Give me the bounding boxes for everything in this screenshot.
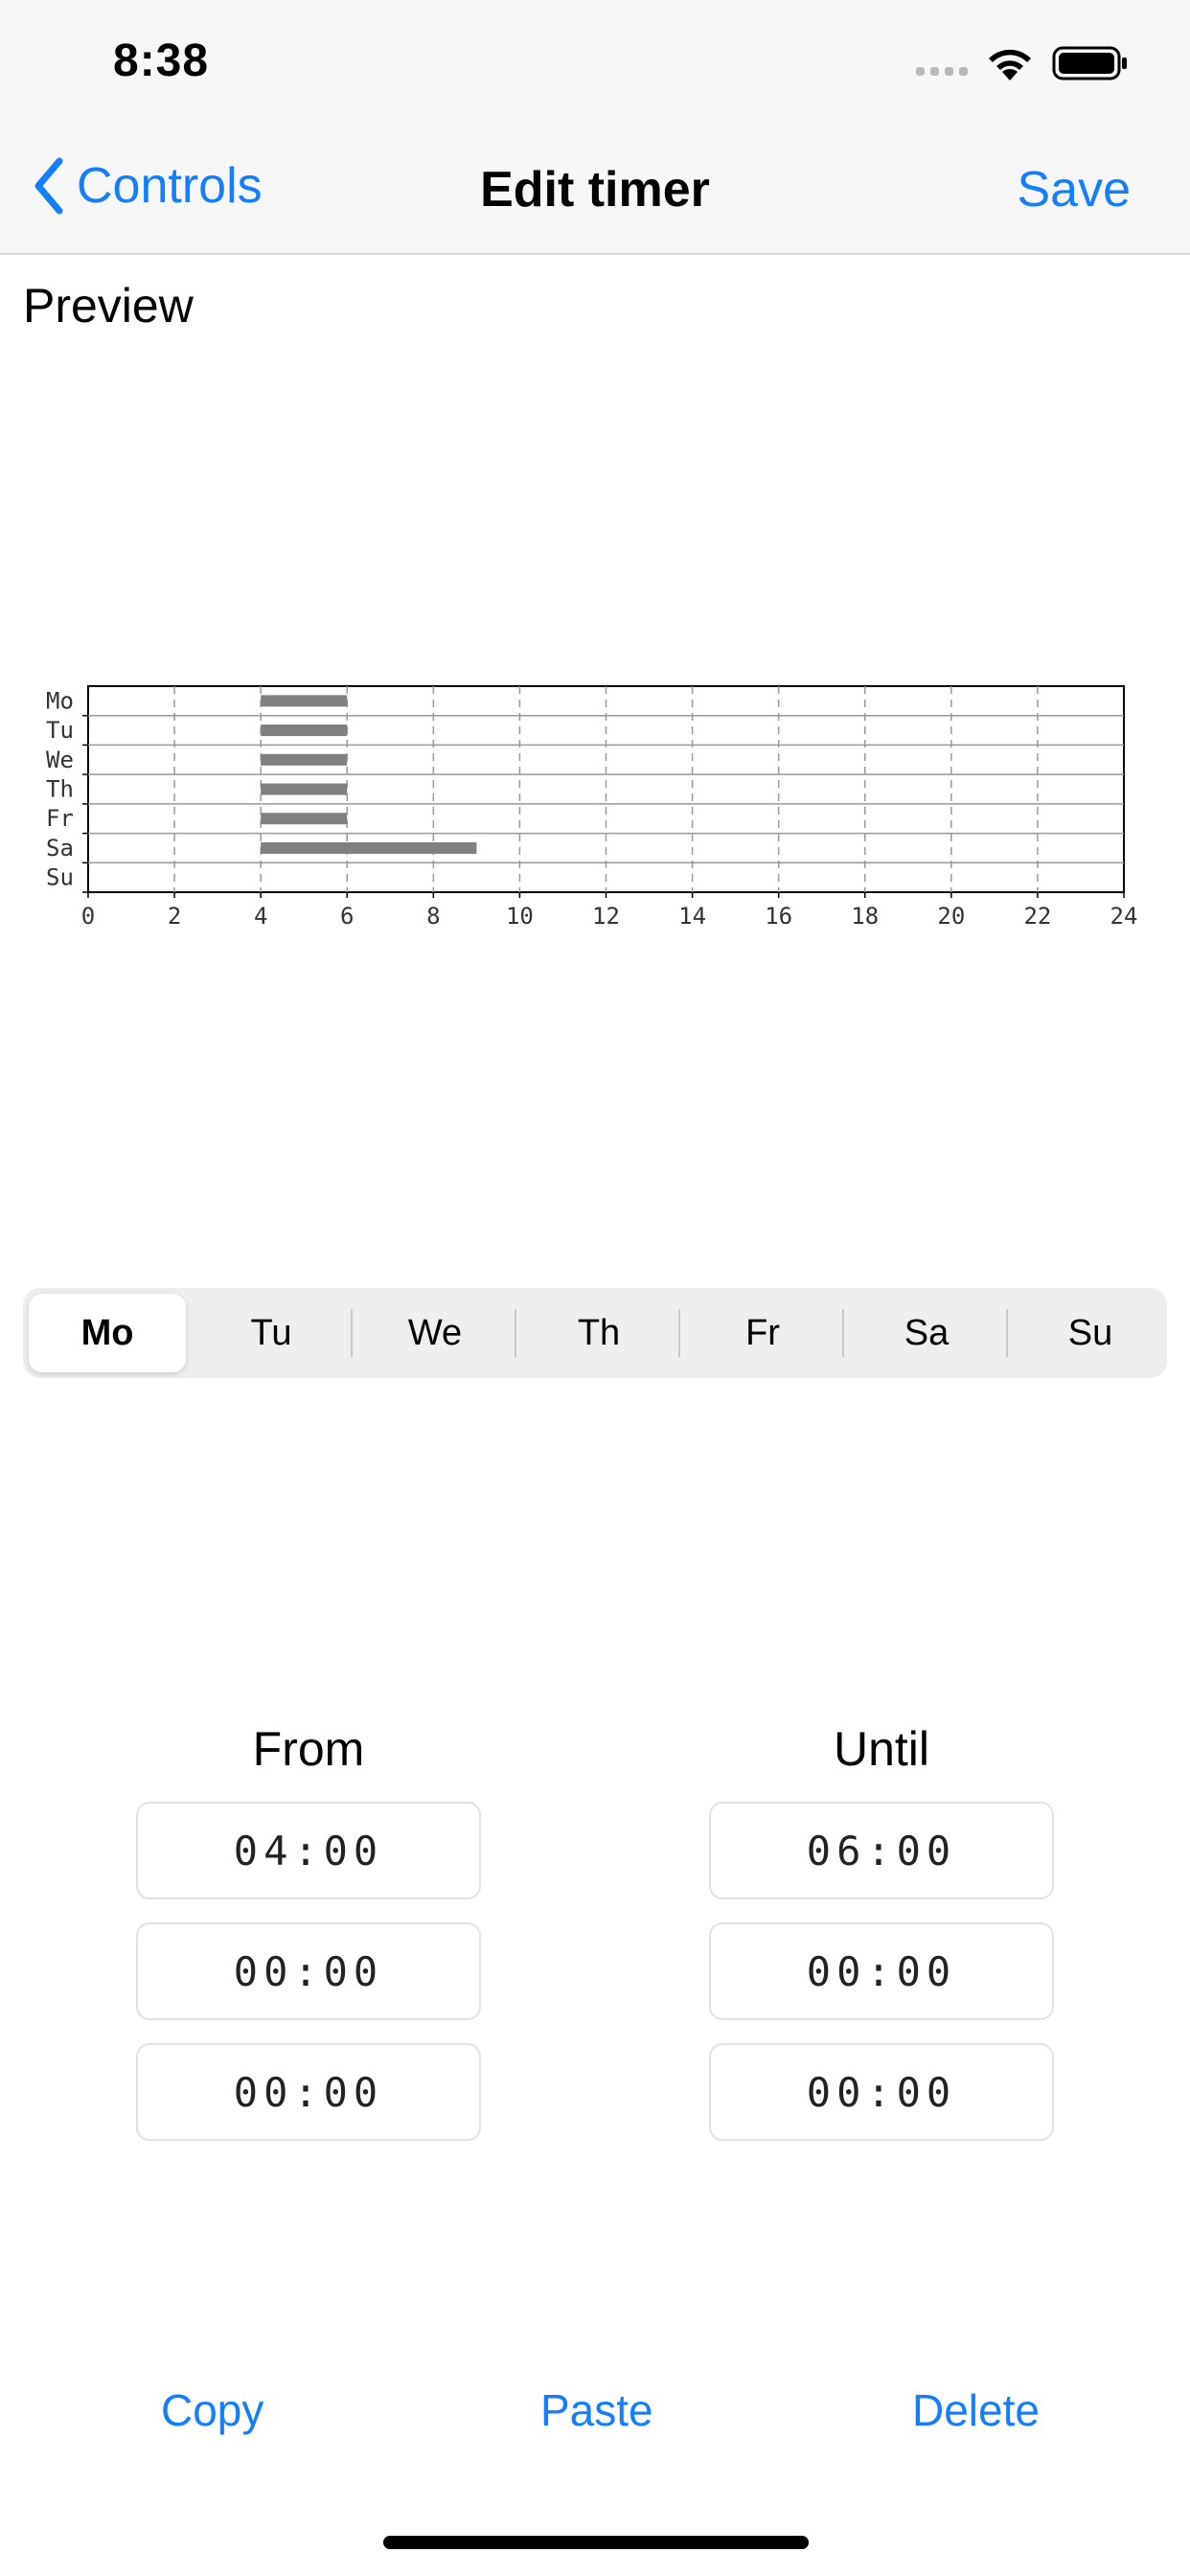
segment-divider (351, 1309, 353, 1357)
segment-divider (1006, 1309, 1008, 1357)
chart-bar-tu (261, 724, 348, 737)
chart-x-tick-label: 18 (851, 903, 879, 930)
day-tab-tu[interactable]: Tu (193, 1294, 350, 1372)
chart-x-tick-label: 10 (506, 903, 534, 930)
day-tab-fr[interactable]: Fr (684, 1294, 841, 1372)
until-time-field-1[interactable]: 06:00 (709, 1802, 1054, 1899)
chart-x-tick-label: 12 (592, 903, 620, 930)
segment-divider (842, 1309, 844, 1357)
day-segmented-control: Mo Tu We Th Fr Sa Su (23, 1288, 1167, 1378)
chart-bar-fr (261, 813, 348, 825)
chart-x-tick-label: 20 (937, 903, 965, 930)
day-tab-we[interactable]: We (356, 1294, 514, 1372)
segment-divider (515, 1309, 516, 1357)
chart-bar-we (261, 753, 348, 766)
chart-y-tick-label: Fr (46, 805, 74, 832)
copy-button[interactable]: Copy (161, 2384, 263, 2436)
chart-x-tick-label: 4 (254, 903, 267, 930)
chart-x-tick-label: 14 (678, 903, 706, 930)
home-indicator (383, 2536, 809, 2549)
chart-y-tick-label: Tu (46, 717, 74, 744)
chart-x-tick-label: 6 (340, 903, 354, 930)
chart-x-tick-label: 24 (1110, 903, 1138, 930)
chart-y-tick-label: Sa (46, 835, 74, 862)
chart-bar-th (261, 783, 348, 795)
until-time-field-3[interactable]: 00:00 (709, 2043, 1054, 2141)
from-time-field-2[interactable]: 00:00 (136, 1922, 481, 2020)
chart-bar-sa (261, 841, 477, 854)
day-tab-th[interactable]: Th (520, 1294, 677, 1372)
from-time-field-1[interactable]: 04:00 (136, 1802, 481, 1899)
chart-y-tick-label: Mo (46, 687, 74, 714)
chart-x-tick-label: 0 (81, 903, 95, 930)
day-tab-sa[interactable]: Sa (848, 1294, 1005, 1372)
timer-preview-chart: 0 2 4 6 8 10 12 14 16 18 20 22 24MoTuWeThFrSaSu (46, 685, 1138, 930)
delete-button[interactable]: Delete (912, 2384, 1040, 2436)
until-time-field-2[interactable]: 00:00 (709, 1922, 1054, 2020)
from-time-field-3[interactable]: 00:00 (136, 2043, 481, 2141)
chart-y-tick-label: We (46, 747, 74, 773)
segment-divider (678, 1309, 680, 1357)
chart-y-tick-label: Su (46, 864, 74, 891)
day-tab-mo[interactable]: Mo (29, 1294, 186, 1372)
day-tab-su[interactable]: Su (1012, 1294, 1169, 1372)
chart-x-tick-label: 16 (765, 903, 792, 930)
chart-x-tick-label: 22 (1023, 903, 1051, 930)
chart-y-tick-label: Th (46, 776, 74, 803)
chart-x-tick-label: 2 (168, 903, 181, 930)
chart-x-tick-label: 8 (426, 903, 440, 930)
until-label: Until (833, 1722, 930, 1776)
chart-bar-mo (261, 695, 348, 707)
paste-button[interactable]: Paste (540, 2384, 653, 2436)
from-label: From (252, 1722, 365, 1776)
